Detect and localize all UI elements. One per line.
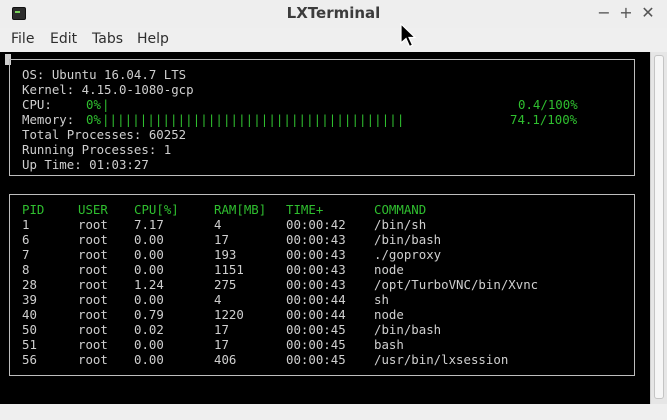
- terminal-area[interactable]: OS: Ubuntu 16.04.7 LTS Kernel: 4.15.0-10…: [0, 52, 650, 404]
- table-cell-cpu: 0.00: [134, 232, 164, 247]
- running-processes-line: Running Processes: 1: [22, 142, 172, 157]
- table-cell-time: 00:00:45: [286, 352, 346, 367]
- table-cell-time: 00:00:43: [286, 262, 346, 277]
- cpu-label: CPU:: [22, 97, 52, 112]
- table-cell-pid: 1: [22, 217, 30, 232]
- table-cell-cpu: 0.79: [134, 307, 164, 322]
- table-cell-pid: 8: [22, 262, 30, 277]
- table-cell-pid: 28: [22, 277, 37, 292]
- table-cell-user: root: [78, 292, 108, 307]
- table-cell-pid: 56: [22, 352, 37, 367]
- column-header-user: USER: [78, 202, 108, 217]
- bottom-strip: [0, 404, 667, 420]
- table-cell-user: root: [78, 247, 108, 262]
- mouse-pointer-icon: [400, 23, 417, 48]
- table-cell-ram: 17: [214, 322, 229, 337]
- maximize-button[interactable]: +: [616, 3, 636, 23]
- uptime-line: Up Time: 01:03:27: [22, 157, 149, 172]
- table-cell-time: 00:00:45: [286, 337, 346, 352]
- table-cell-user: root: [78, 322, 108, 337]
- memory-label: Memory:: [22, 112, 75, 127]
- table-cell-command: /opt/TurboVNC/bin/Xvnc: [374, 277, 539, 292]
- table-cell-ram: 1151: [214, 262, 244, 277]
- table-cell-pid: 51: [22, 337, 37, 352]
- table-cell-time: 00:00:43: [286, 247, 346, 262]
- table-cell-pid: 40: [22, 307, 37, 322]
- cpu-bar: |: [102, 97, 110, 112]
- table-cell-command: node: [374, 307, 404, 322]
- table-cell-pid: 7: [22, 247, 30, 262]
- table-cell-user: root: [78, 352, 108, 367]
- table-cell-cpu: 0.00: [134, 337, 164, 352]
- menu-file[interactable]: File: [11, 31, 34, 47]
- title-bar[interactable]: LXTerminal − + ✕: [0, 0, 667, 29]
- table-cell-cpu: 0.00: [134, 352, 164, 367]
- table-cell-ram: 17: [214, 337, 229, 352]
- column-header-pid: PID: [22, 202, 45, 217]
- table-cell-cpu: 0.00: [134, 247, 164, 262]
- table-cell-command: /usr/bin/lxsession: [374, 352, 509, 367]
- close-button[interactable]: ✕: [638, 3, 658, 23]
- window-title: LXTerminal: [286, 4, 381, 22]
- total-processes-line: Total Processes: 60252: [22, 127, 187, 142]
- table-cell-ram: 406: [214, 352, 237, 367]
- table-cell-ram: 17: [214, 232, 229, 247]
- cpu-value: 0.4/100%: [518, 97, 578, 112]
- table-cell-time: 00:00:43: [286, 277, 346, 292]
- table-cell-command: bash: [374, 337, 404, 352]
- table-cell-time: 00:00:43: [286, 232, 346, 247]
- table-cell-command: /bin/bash: [374, 322, 442, 337]
- table-cell-cpu: 7.17: [134, 217, 164, 232]
- table-cell-ram: 1220: [214, 307, 244, 322]
- table-cell-ram: 4: [214, 292, 222, 307]
- table-cell-pid: 39: [22, 292, 37, 307]
- table-cell-time: 00:00:42: [286, 217, 346, 232]
- column-header-cpu: CPU[%]: [134, 202, 179, 217]
- table-cell-user: root: [78, 262, 108, 277]
- table-cell-ram: 4: [214, 217, 222, 232]
- table-cell-time: 00:00:44: [286, 307, 346, 322]
- table-cell-cpu: 0.00: [134, 262, 164, 277]
- table-cell-pid: 50: [22, 322, 37, 337]
- table-cell-user: root: [78, 337, 108, 352]
- scrollbar[interactable]: [650, 52, 667, 404]
- table-cell-command: ./goproxy: [374, 247, 442, 262]
- table-cell-user: root: [78, 217, 108, 232]
- menu-edit[interactable]: Edit: [50, 31, 77, 47]
- column-header-ram: RAM[MB]: [214, 202, 267, 217]
- memory-percent: 0%: [86, 112, 101, 127]
- table-cell-user: root: [78, 232, 108, 247]
- table-cell-command: /bin/sh: [374, 217, 427, 232]
- menu-tabs[interactable]: Tabs: [92, 31, 123, 47]
- table-cell-cpu: 0.02: [134, 322, 164, 337]
- minimize-button[interactable]: −: [594, 3, 614, 23]
- table-cell-time: 00:00:44: [286, 292, 346, 307]
- table-cell-time: 00:00:45: [286, 322, 346, 337]
- table-cell-cpu: 0.00: [134, 292, 164, 307]
- column-header-command: COMMAND: [374, 202, 427, 217]
- memory-value: 74.1/100%: [510, 112, 578, 127]
- memory-bar: ||||||||||||||||||||||||||||||||||||||||: [102, 112, 405, 127]
- table-cell-ram: 193: [214, 247, 237, 262]
- scrollbar-thumb[interactable]: [654, 55, 664, 399]
- table-cell-command: node: [374, 262, 404, 277]
- table-cell-command: /bin/bash: [374, 232, 442, 247]
- table-cell-pid: 6: [22, 232, 30, 247]
- table-cell-ram: 275: [214, 277, 237, 292]
- table-cell-cpu: 1.24: [134, 277, 164, 292]
- table-cell-user: root: [78, 307, 108, 322]
- kernel-line: Kernel: 4.15.0-1080-gcp: [22, 82, 194, 97]
- table-cell-command: sh: [374, 292, 389, 307]
- menu-bar: File Edit Tabs Help: [0, 28, 667, 52]
- os-line: OS: Ubuntu 16.04.7 LTS: [22, 67, 187, 82]
- table-cell-user: root: [78, 277, 108, 292]
- menu-help[interactable]: Help: [137, 31, 169, 47]
- cpu-percent: 0%: [86, 97, 101, 112]
- column-header-time: TIME+: [286, 202, 324, 217]
